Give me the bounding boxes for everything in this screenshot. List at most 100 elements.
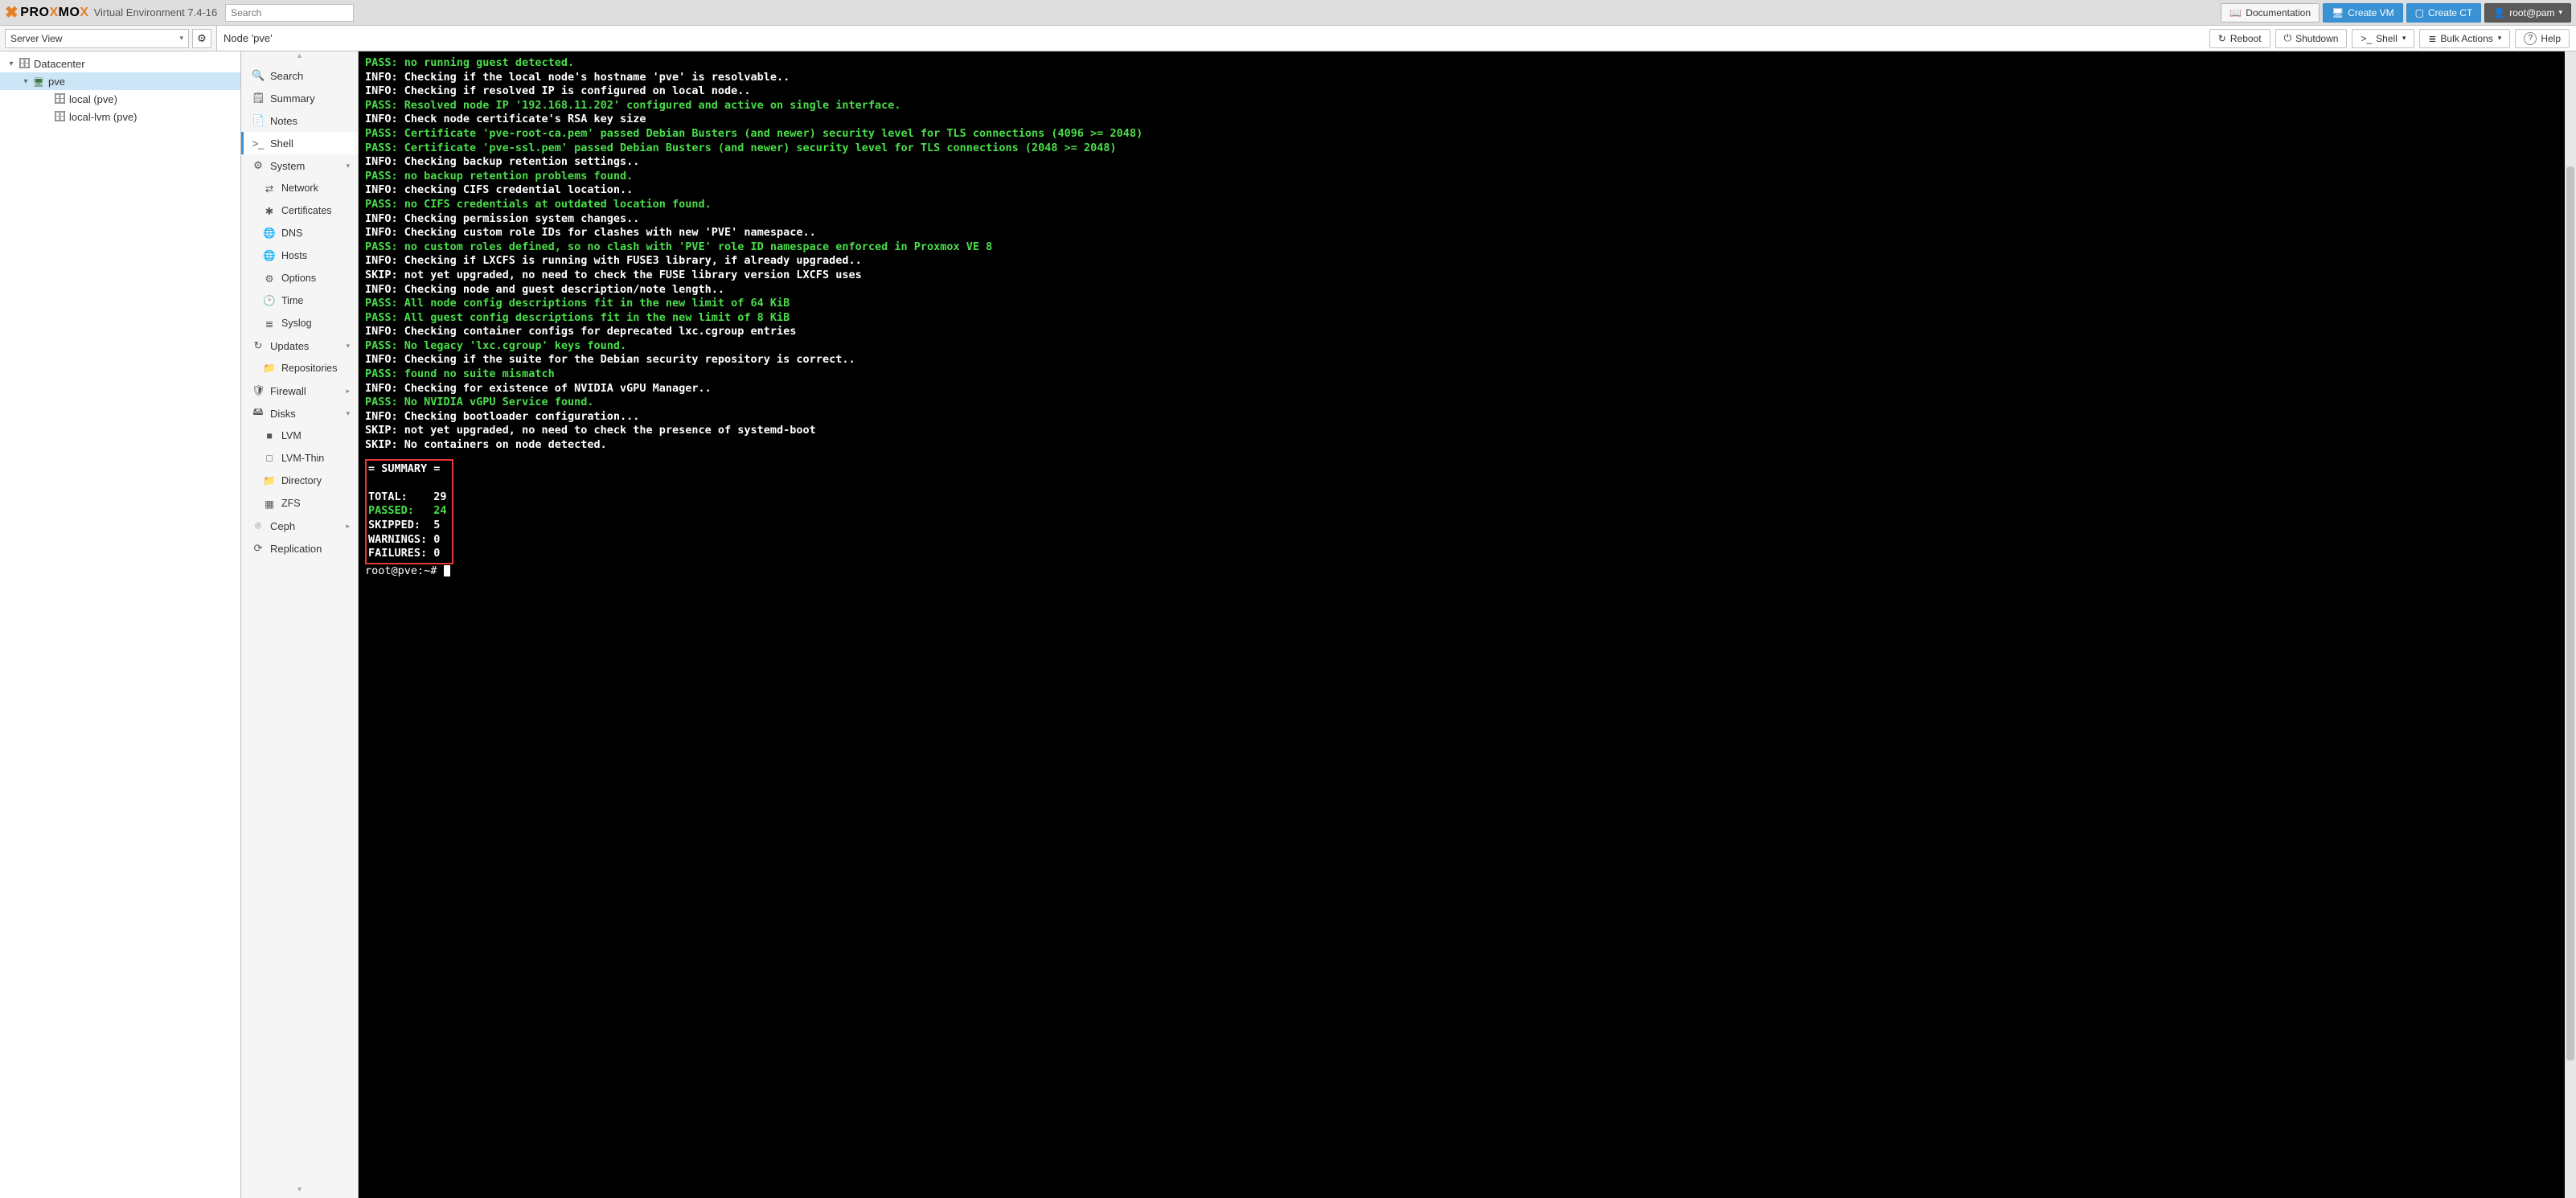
network-icon: [263, 183, 276, 195]
terminal-scrollbar[interactable]: [2565, 51, 2576, 1198]
shell-label: Shell: [2376, 33, 2398, 44]
create-ct-label: Create CT: [2428, 7, 2472, 18]
menu-label: LVM: [281, 430, 301, 441]
menu-disks[interactable]: Disks▾: [241, 402, 358, 425]
search-icon: [252, 69, 265, 82]
bulk-actions-label: Bulk Actions: [2440, 33, 2492, 44]
resource-tree: ▾ Datacenter ▾ pve local (pve) local-lvm…: [0, 51, 241, 1198]
globe-icon: [263, 228, 276, 240]
shell-button[interactable]: Shell ▾: [2352, 29, 2414, 48]
server-icon: [32, 76, 45, 88]
documentation-button[interactable]: Documentation: [2221, 3, 2320, 23]
menu-ceph[interactable]: Ceph▸: [241, 515, 358, 537]
menu-label: Hosts: [281, 250, 307, 261]
user-icon: [2493, 7, 2505, 18]
menu-shell[interactable]: Shell: [241, 132, 358, 154]
menu-lvm[interactable]: LVM: [241, 425, 358, 447]
collapse-icon: ▾: [21, 77, 31, 86]
menu-label: Options: [281, 273, 316, 284]
user-menu-button[interactable]: root@pam▾: [2484, 3, 2571, 23]
menu-updates[interactable]: Updates ▾: [241, 334, 358, 357]
tree-label: local-lvm (pve): [69, 111, 137, 123]
monitor-icon: [2332, 7, 2344, 18]
menu-label: Repositories: [281, 363, 337, 374]
refresh-icon: [252, 339, 265, 352]
power-icon: [2284, 32, 2292, 44]
shutdown-button[interactable]: Shutdown: [2275, 29, 2348, 48]
menu-scroll-up[interactable]: ▴: [241, 51, 358, 64]
menu-firewall[interactable]: Firewall▸: [241, 380, 358, 402]
menu-label: Replication: [270, 543, 322, 555]
scrollbar-thumb[interactable]: [2566, 166, 2574, 1061]
side-menu: ▴ Search Summary Notes Shell System▾ Net…: [241, 51, 359, 1198]
menu-label: Updates: [270, 340, 309, 352]
toolbar-row: Server View ▾ Node 'pve' Reboot Shutdown…: [0, 26, 2576, 51]
menu-notes[interactable]: Notes: [241, 109, 358, 132]
menu-label: System: [270, 160, 305, 172]
shutdown-label: Shutdown: [2295, 33, 2338, 44]
menu-options[interactable]: Options: [241, 267, 358, 289]
repo-icon: [263, 363, 276, 375]
gear-icon: [252, 159, 265, 172]
menu-syslog[interactable]: Syslog: [241, 312, 358, 334]
tree-storage-local[interactable]: local (pve): [0, 90, 240, 108]
log-icon: [263, 318, 276, 330]
menu-label: Search: [270, 70, 303, 82]
menu-lvm-thin[interactable]: LVM-Thin: [241, 447, 358, 470]
terminal-output: PASS: no running guest detected.INFO: Ch…: [365, 56, 2576, 578]
bulk-actions-button[interactable]: Bulk Actions▾: [2419, 29, 2510, 48]
menu-repositories[interactable]: Repositories: [241, 357, 358, 380]
menu-hosts[interactable]: Hosts: [241, 244, 358, 267]
menu-dns[interactable]: DNS: [241, 222, 358, 244]
menu-time[interactable]: Time: [241, 289, 358, 312]
view-selector-value: Server View: [10, 33, 62, 44]
notes-icon: [252, 114, 265, 127]
tree-storage-local-lvm[interactable]: local-lvm (pve): [0, 108, 240, 125]
tree-node-pve[interactable]: ▾ pve: [0, 72, 240, 90]
menu-summary[interactable]: Summary: [241, 87, 358, 109]
tree-datacenter[interactable]: ▾ Datacenter: [0, 55, 240, 72]
menu-label: Network: [281, 183, 318, 194]
tree-label: local (pve): [69, 93, 117, 105]
terminal-panel: PASS: no running guest detected.INFO: Ch…: [359, 51, 2576, 1198]
menu-certificates[interactable]: Certificates: [241, 199, 358, 222]
menu-directory[interactable]: Directory: [241, 470, 358, 492]
gear-icon: [197, 32, 207, 45]
menu-scroll-down[interactable]: ▾: [241, 1185, 358, 1198]
reload-icon: [2218, 33, 2226, 44]
terminal-icon: [252, 137, 265, 150]
terminal-scroll[interactable]: PASS: no running guest detected.INFO: Ch…: [359, 51, 2576, 1198]
reboot-button[interactable]: Reboot: [2209, 29, 2270, 48]
reboot-label: Reboot: [2230, 33, 2262, 44]
gear-icon: [263, 273, 276, 285]
storage-icon: [53, 110, 66, 123]
cube-icon: [2415, 7, 2424, 18]
view-settings-button[interactable]: [192, 29, 211, 48]
menu-zfs[interactable]: ZFS: [241, 492, 358, 515]
summary-icon: [252, 92, 265, 105]
view-selector[interactable]: Server View ▾: [5, 29, 189, 48]
menu-label: LVM-Thin: [281, 453, 324, 464]
chevron-down-icon: ▾: [2402, 34, 2406, 43]
collapse-icon: ▾: [6, 59, 16, 68]
menu-label: Syslog: [281, 318, 312, 329]
chevron-right-icon: ▸: [346, 387, 350, 396]
menu-label: Notes: [270, 115, 297, 127]
chevron-down-icon: ▾: [346, 342, 350, 351]
tree-label: Datacenter: [34, 58, 85, 70]
square-icon: [263, 430, 276, 441]
menu-replication[interactable]: Replication: [241, 537, 358, 560]
create-vm-button[interactable]: Create VM: [2323, 3, 2403, 23]
create-ct-button[interactable]: Create CT: [2406, 3, 2482, 23]
menu-system[interactable]: System▾: [241, 154, 358, 177]
version-label: Virtual Environment 7.4-16: [94, 6, 218, 18]
search-input[interactable]: [225, 4, 354, 22]
menu-network[interactable]: Network: [241, 177, 358, 199]
logo-x-icon: ✖: [5, 2, 18, 23]
menu-search[interactable]: Search: [241, 64, 358, 87]
menu-label: Ceph: [270, 520, 295, 532]
help-button[interactable]: Help: [2515, 29, 2570, 48]
chevron-down-icon: ▾: [179, 34, 183, 43]
node-toolbar: Node 'pve' Reboot Shutdown Shell▾ Bulk A…: [217, 26, 2576, 51]
terminal-cursor: [444, 565, 450, 576]
